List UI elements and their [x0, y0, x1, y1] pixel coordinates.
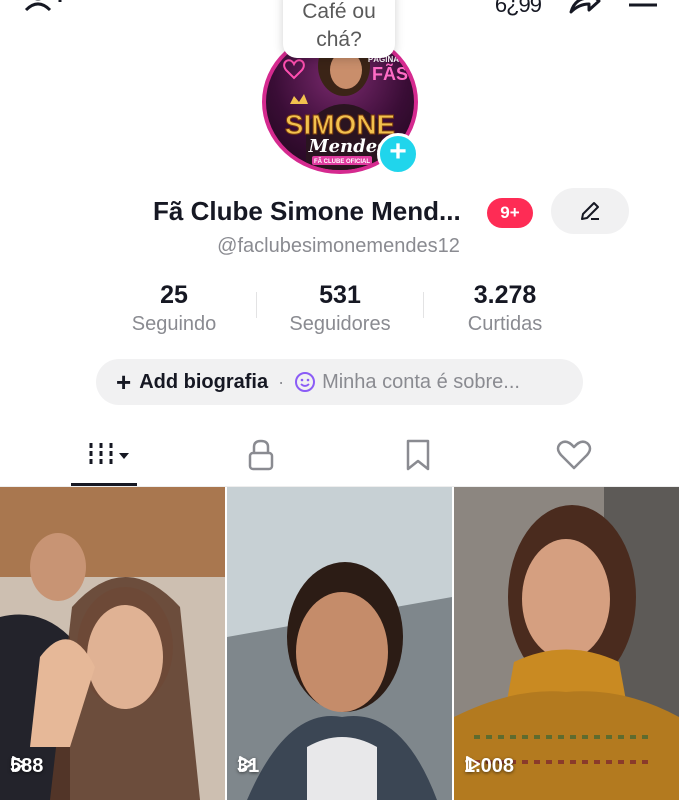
stat-value: 25: [160, 281, 188, 309]
plus-icon: +: [116, 367, 132, 397]
add-avatar-button[interactable]: +: [377, 133, 419, 175]
tab-videos[interactable]: [82, 435, 132, 475]
stat-label: Seguidores: [289, 313, 391, 335]
tab-liked[interactable]: [554, 435, 594, 475]
add-friend-icon[interactable]: [24, 0, 68, 16]
play-icon: [12, 756, 26, 772]
status-bubble[interactable]: Café ou chá?: [283, 0, 395, 58]
stat-following[interactable]: 25 Seguindo: [89, 280, 259, 338]
bubble-line-2: chá?: [316, 28, 362, 51]
active-tab-indicator: [71, 483, 137, 486]
coins-text[interactable]: 6¿99: [495, 0, 542, 18]
share-icon[interactable]: [567, 0, 601, 21]
video-thumbnail[interactable]: 31: [227, 487, 452, 800]
video-thumbnail[interactable]: 588: [0, 487, 225, 800]
avatar-subtitle: Mendes: [308, 136, 388, 157]
edit-profile-button[interactable]: [551, 188, 629, 234]
stat-label: Seguindo: [131, 313, 217, 335]
stat-likes[interactable]: 3.278 Curtidas: [420, 280, 590, 338]
bookmark-icon: [406, 439, 430, 471]
name-row: Fã Clube Simone Mend... 9+: [0, 188, 679, 236]
smile-icon: [294, 371, 316, 393]
bio-separator: ·: [278, 371, 285, 392]
stat-label: Curtidas: [467, 313, 543, 335]
tab-private[interactable]: [242, 435, 280, 475]
view-count: 31: [237, 755, 259, 778]
profile-name: Fã Clube Simone Mend...: [153, 196, 461, 226]
pencil-icon: [581, 202, 599, 220]
stat-value: 3.278: [473, 281, 537, 309]
handle-text: @faclubesimonemendes12: [217, 235, 460, 257]
menu-icon[interactable]: [627, 0, 659, 20]
grid-icon: [89, 443, 129, 467]
play-icon: [239, 756, 253, 772]
bubble-line-1: Café ou: [302, 0, 376, 23]
view-count: 588: [10, 755, 43, 778]
view-count: 1.008: [464, 755, 514, 778]
top-right-actions: 6¿99: [495, 0, 659, 21]
add-bio-label: Add biografia: [139, 370, 269, 393]
avatar-corner-line-2: FÃS: [372, 63, 408, 84]
bio-hint: Minha conta é sobre...: [322, 370, 520, 393]
video-grid: 588 31 1.008: [0, 487, 679, 800]
video-thumbnail[interactable]: 1.008: [454, 487, 679, 800]
avatar-sub: FÃ CLUBE OFICIAL: [314, 158, 370, 165]
notification-badge[interactable]: 9+: [487, 198, 533, 228]
stats-row: 25 Seguindo 531 Seguidores 3.278 Curtida…: [0, 280, 679, 340]
add-bio-button[interactable]: + Add biografia · Minha conta é sobre...: [96, 359, 583, 405]
stat-followers[interactable]: 531 Seguidores: [255, 280, 425, 338]
stat-value: 531: [319, 281, 361, 309]
lock-icon: [248, 439, 274, 471]
profile-tabs: [0, 425, 679, 487]
username-handle: @faclubesimonemendes12: [0, 235, 679, 258]
play-icon: [466, 756, 480, 772]
tab-favorites[interactable]: [400, 435, 436, 475]
heart-icon: [556, 440, 592, 470]
